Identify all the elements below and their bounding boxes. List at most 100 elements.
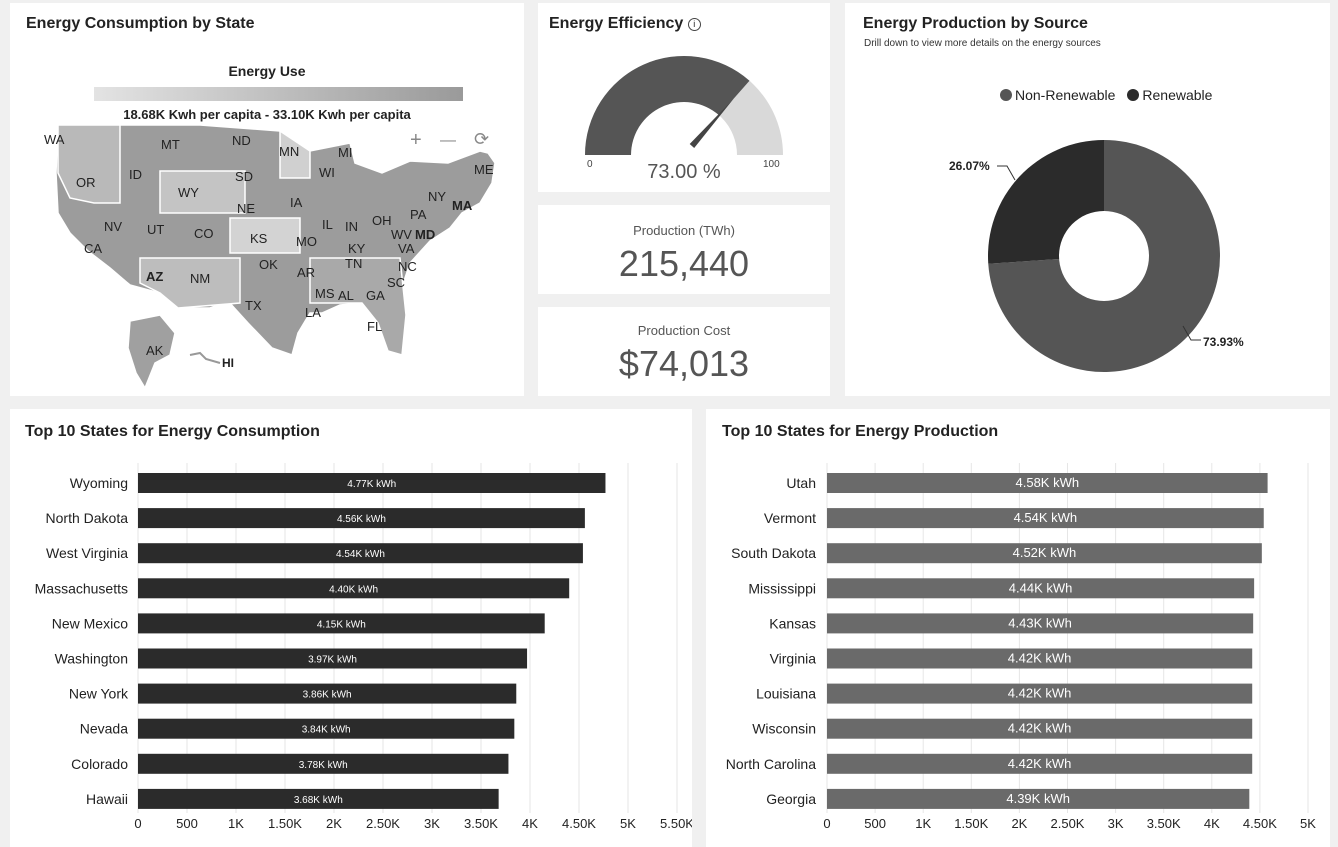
state-label: AZ — [146, 269, 163, 284]
axis-tick-label: 0 — [823, 816, 830, 831]
bar-value-label: 3.78K kWh — [299, 760, 348, 771]
state-label: FL — [367, 319, 382, 334]
axis-tick-label: 1.50K — [268, 816, 302, 831]
axis-tick-label: 2K — [326, 816, 342, 831]
state-label: MO — [296, 234, 317, 249]
axis-tick-label: 1K — [915, 816, 931, 831]
kpi-label: Production (TWh) — [633, 223, 735, 238]
bar-category-label: North Dakota — [46, 510, 129, 526]
state-label: SD — [235, 169, 253, 184]
bar-value-label: 4.56K kWh — [337, 514, 386, 525]
bar-value-label: 3.86K kWh — [303, 690, 352, 701]
state-label: ID — [129, 167, 142, 182]
donut-chart[interactable] — [845, 3, 1330, 396]
state-label: HI — [222, 356, 234, 370]
state-label: WV — [391, 227, 412, 242]
bar-value-label: 4.40K kWh — [329, 584, 378, 595]
bar-category-label: Kansas — [769, 615, 816, 631]
axis-tick-label: 1.50K — [954, 816, 988, 831]
bar-value-label: 4.54K kWh — [336, 549, 385, 560]
axis-tick-label: 5K — [620, 816, 636, 831]
state-label: GA — [366, 288, 385, 303]
state-label: IL — [322, 217, 333, 232]
production-chart-card: Top 10 States for Energy Production 0 500… — [706, 409, 1330, 847]
production-bar-chart: 0 500 1K 1.50K 2K 2.50K 3K 3.50K 4K 4.50K 5K Utah 4.… — [726, 463, 1316, 831]
state-label: CA — [84, 241, 102, 256]
donut-pct-label: 73.93% — [1203, 335, 1244, 349]
bar-value-label: 4.15K kWh — [317, 619, 366, 630]
bar-value-label: 4.77K kWh — [347, 479, 396, 490]
state-label: LA — [305, 305, 321, 320]
region-plains — [159, 170, 246, 214]
consumption-chart-card: Top 10 States for Energy Consumption 0 50… — [10, 409, 692, 847]
bar-value-label: 3.84K kWh — [302, 725, 351, 736]
axis-tick-label: 4K — [522, 816, 538, 831]
state-label: SC — [387, 275, 405, 290]
bar-value-label: 4.43K kWh — [1008, 615, 1072, 630]
bar-value-label: 4.39K kWh — [1006, 791, 1070, 806]
axis-tick-label: 4.50K — [1243, 816, 1277, 831]
state-label: AL — [338, 288, 354, 303]
state-label: KS — [250, 231, 268, 246]
axis-tick-label: 5.50K — [660, 816, 692, 831]
state-label: IN — [345, 219, 358, 234]
hawaii-shape — [189, 351, 221, 364]
state-label: TX — [245, 298, 262, 313]
axis-tick-label: 3K — [424, 816, 440, 831]
axis-tick-label: 5K — [1300, 816, 1316, 831]
axis-tick-label: 0 — [134, 816, 141, 831]
axis-tick-label: 500 — [864, 816, 886, 831]
gauge-card: Energy Efficiency i 0 100 73.00 % — [538, 3, 830, 192]
state-label: MS — [315, 286, 335, 301]
us-map[interactable]: WA MT ND MN MI OR ID SD WI ME WY NY MA N… — [10, 3, 524, 396]
bar-category-label: Georgia — [766, 791, 816, 807]
bar-category-label: Colorado — [71, 756, 128, 772]
state-label: NV — [104, 219, 122, 234]
bar-category-label: Hawaii — [86, 791, 128, 807]
state-label: CO — [194, 226, 214, 241]
axis-tick-label: 4K — [1204, 816, 1220, 831]
bar-value-label: 4.42K kWh — [1008, 756, 1072, 771]
state-label: WY — [178, 185, 199, 200]
axis-tick-label: 4.50K — [562, 816, 596, 831]
state-label: MD — [415, 227, 435, 242]
state-label: OK — [259, 257, 278, 272]
bar-category-label: Washington — [55, 651, 128, 667]
donut-hole — [1059, 211, 1149, 301]
axis-tick-label: 2K — [1011, 816, 1027, 831]
axis-tick-label: 500 — [176, 816, 198, 831]
state-label: IA — [290, 195, 303, 210]
bar-category-label: West Virginia — [46, 545, 128, 561]
state-label: MA — [452, 198, 473, 213]
kpi-value: 215,440 — [618, 243, 750, 284]
axis-tick-label: 3.50K — [464, 816, 498, 831]
bar-value-label: 4.52K kWh — [1013, 545, 1077, 560]
state-label: KY — [348, 241, 366, 256]
bar-value-label: 4.44K kWh — [1009, 580, 1073, 595]
bar-category-label: Vermont — [764, 510, 816, 526]
donut-card: Energy Production by Source Drill down t… — [845, 3, 1330, 396]
bar-category-label: New Mexico — [52, 615, 128, 631]
axis-tick-label: 2.50K — [1051, 816, 1085, 831]
leader-line — [997, 165, 1016, 181]
consumption-bar-chart: 0 500 1K 1.50K 2K 2.50K 3K 3.50K 4K 4.50K 5K 5.50K W… — [35, 463, 692, 831]
bar-category-label: Nevada — [80, 721, 128, 737]
axis-tick-label: 2.50K — [366, 816, 400, 831]
state-label: ND — [232, 133, 251, 148]
bar-category-label: New York — [69, 686, 129, 702]
state-label: AR — [297, 265, 315, 280]
state-label: UT — [147, 222, 164, 237]
bar-category-label: Virginia — [770, 651, 817, 667]
axis-tick-label: 1K — [228, 816, 244, 831]
state-label: OR — [76, 175, 96, 190]
bar-value-label: 4.42K kWh — [1008, 721, 1072, 736]
state-label: ME — [474, 162, 494, 177]
state-label: WA — [44, 132, 65, 147]
gauge-fill — [585, 56, 750, 156]
bar-value-label: 3.97K kWh — [308, 655, 357, 666]
axis-tick-label: 3.50K — [1147, 816, 1181, 831]
state-label: MN — [279, 144, 299, 159]
state-label: PA — [410, 207, 427, 222]
donut-pct-label: 26.07% — [949, 159, 990, 173]
state-label: NY — [428, 189, 446, 204]
